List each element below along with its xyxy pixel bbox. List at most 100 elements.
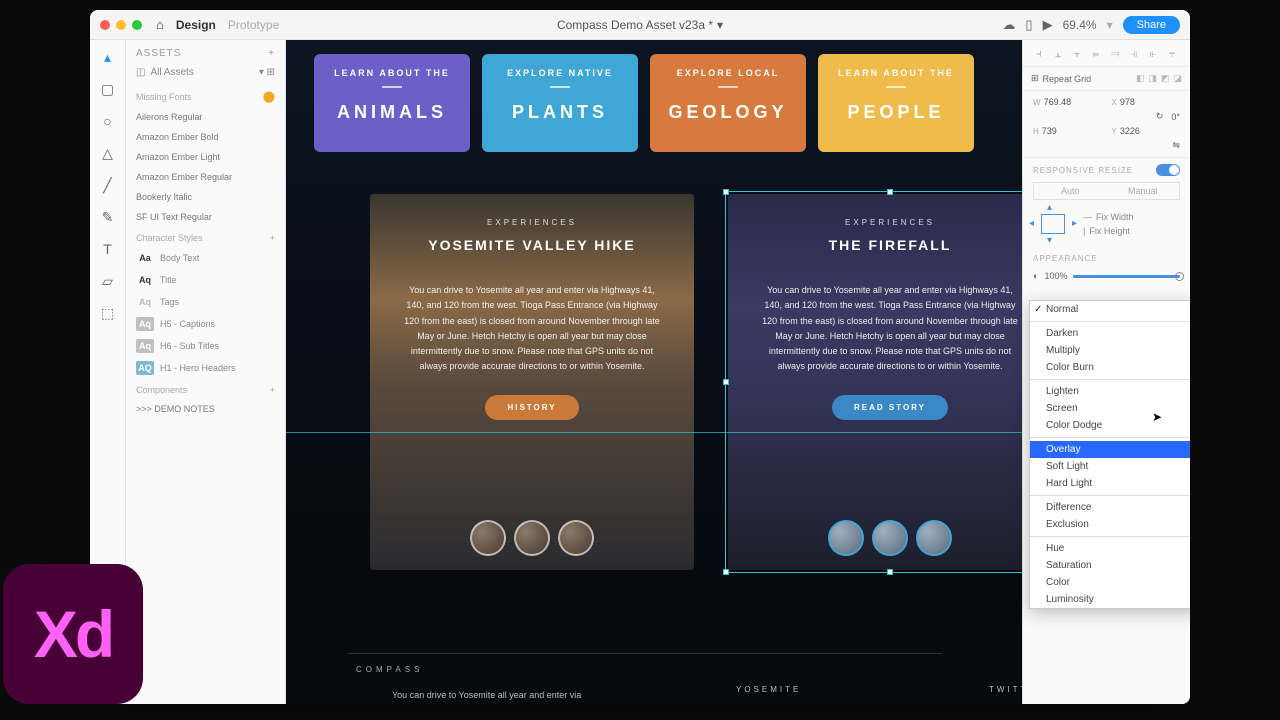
warning-icon[interactable]: ⬤ [263,90,275,103]
rectangle-tool[interactable]: ▢ [99,80,117,98]
rotate-icon[interactable]: ↻ [1156,111,1164,122]
window-controls[interactable] [100,20,142,30]
blend-mode-option[interactable]: Screen [1030,400,1190,417]
tab-prototype[interactable]: Prototype [228,18,279,32]
character-style-item[interactable]: AqH5 - Captions [126,313,285,335]
font-item[interactable]: SF UI Text Regular [126,207,285,227]
blend-mode-option[interactable]: Saturation [1030,557,1190,574]
close-icon[interactable] [100,20,110,30]
line-tool[interactable]: ╱ [99,176,117,194]
avatar[interactable] [872,520,908,556]
zoom-tool[interactable]: ⬚ [99,304,117,322]
blend-mode-option[interactable]: Color Dodge [1030,417,1190,434]
repeat-grid-button[interactable]: Repeat Grid [1043,74,1092,84]
font-item[interactable]: Amazon Ember Light [126,147,285,167]
avatar[interactable] [916,520,952,556]
tab-design[interactable]: Design [176,18,216,32]
demo-notes-item[interactable]: >>> DEMO NOTES [126,399,285,419]
flip-icon[interactable]: ⇋ [1172,140,1180,151]
blend-mode-option[interactable]: Multiply [1030,342,1190,359]
play-icon[interactable]: ▶ [1043,17,1053,33]
character-style-item[interactable]: AqTags [126,291,285,313]
boolean-subtract-icon[interactable]: ◨ [1148,73,1157,84]
font-item[interactable]: Ailerons Regular [126,107,285,127]
text-tool[interactable]: T [99,240,117,258]
character-style-item[interactable]: AQH1 - Hero Headers [126,357,285,379]
maximize-icon[interactable] [132,20,142,30]
blend-mode-option[interactable]: Overlay [1030,441,1190,458]
add-icon[interactable]: + [270,233,275,243]
boolean-exclude-icon[interactable]: ◪ [1173,73,1182,84]
distribute-icon[interactable]: ⫧ [1164,46,1180,62]
blend-mode-option[interactable]: Color Burn [1030,359,1190,376]
add-icon[interactable]: + [268,48,275,59]
add-icon[interactable]: + [270,385,275,395]
category-card[interactable]: LEARN ABOUT THEANIMALS [314,54,470,152]
zoom-level[interactable]: 69.4% [1063,18,1097,32]
avatar[interactable] [828,520,864,556]
blend-mode-dropdown[interactable]: Normal DarkenMultiplyColor Burn LightenScr… [1029,300,1190,609]
align-center-h-icon[interactable]: ⫠ [1050,46,1066,62]
height-value[interactable]: 739 [1042,126,1057,136]
resize-anchor-widget[interactable]: ▴▾ ◂▸ [1033,206,1073,242]
select-tool[interactable]: ▴ [99,48,117,66]
opacity-value[interactable]: 100% [1044,271,1067,281]
home-icon[interactable]: ⌂ [156,17,164,32]
align-middle-icon[interactable]: ⫤ [1107,46,1123,62]
minimize-icon[interactable] [116,20,126,30]
align-right-icon[interactable]: ⫟ [1069,46,1085,62]
x-value[interactable]: 978 [1120,97,1135,107]
category-card[interactable]: EXPLORE NATIVEPLANTS [482,54,638,152]
avatar[interactable] [558,520,594,556]
character-style-item[interactable]: AaBody Text [126,247,285,269]
experience-card-2[interactable]: EXPERIENCES THE FIREFALL You can drive t… [728,194,1022,570]
responsive-toggle[interactable] [1156,164,1180,176]
character-style-item[interactable]: AqH6 - Sub Titles [126,335,285,357]
canvas[interactable]: LEARN ABOUT THEANIMALSEXPLORE NATIVEPLAN… [286,40,1022,704]
assets-filter[interactable]: ◫ All Assets▾ ⊞ [126,67,285,84]
pen-tool[interactable]: ✎ [99,208,117,226]
avatar[interactable] [470,520,506,556]
distribute-icon[interactable]: ⫦ [1145,46,1161,62]
chevron-down-icon[interactable]: ▾ [717,18,723,32]
category-card[interactable]: LEARN ABOUT THEPEOPLE [818,54,974,152]
auto-tab[interactable]: Auto [1034,183,1107,199]
category-card[interactable]: EXPLORE LOCALGEOLOGY [650,54,806,152]
share-button[interactable]: Share [1123,16,1180,34]
manual-tab[interactable]: Manual [1107,183,1180,199]
blend-mode-option[interactable]: Exclusion [1030,516,1190,533]
font-item[interactable]: Bookerly Italic [126,187,285,207]
blend-mode-option[interactable]: Hard Light [1030,475,1190,492]
font-item[interactable]: Amazon Ember Regular [126,167,285,187]
blend-mode-option[interactable]: Luminosity [1030,591,1190,608]
blend-mode-option[interactable]: Hue [1030,540,1190,557]
mobile-icon[interactable]: ▯ [1025,17,1032,33]
fix-height-toggle[interactable]: | Fix Height [1083,224,1180,238]
y-value[interactable]: 3226 [1120,126,1140,136]
chevron-down-icon[interactable]: ▾ [1107,18,1113,32]
read-story-button[interactable]: READ STORY [832,395,948,420]
font-item[interactable]: Amazon Ember Bold [126,127,285,147]
boolean-add-icon[interactable]: ◧ [1136,73,1145,84]
align-top-icon[interactable]: ⫢ [1088,46,1104,62]
blend-mode-option[interactable]: Color [1030,574,1190,591]
blend-mode-option[interactable]: Normal [1030,301,1190,318]
character-style-item[interactable]: AqTitle [126,269,285,291]
polygon-tool[interactable]: △ [99,144,117,162]
align-left-icon[interactable]: ⫞ [1031,46,1047,62]
document-title[interactable]: Compass Demo Asset v23a * ▾ [557,18,723,32]
experience-card-1[interactable]: EXPERIENCES YOSEMITE VALLEY HIKE You can… [370,194,694,570]
blend-mode-option[interactable]: Difference [1030,499,1190,516]
align-bottom-icon[interactable]: ⫣ [1126,46,1142,62]
avatar[interactable] [514,520,550,556]
cloud-icon[interactable]: ☁ [1002,17,1015,33]
fix-width-toggle[interactable]: — Fix Width [1083,210,1180,224]
width-value[interactable]: 769.48 [1044,97,1072,107]
blend-mode-option[interactable]: Lighten [1030,383,1190,400]
history-button[interactable]: HISTORY [485,395,578,420]
boolean-intersect-icon[interactable]: ◩ [1161,73,1170,84]
opacity-slider[interactable] [1073,275,1180,278]
blend-mode-option[interactable]: Soft Light [1030,458,1190,475]
blend-mode-option[interactable]: Darken [1030,325,1190,342]
artboard-tool[interactable]: ▱ [99,272,117,290]
